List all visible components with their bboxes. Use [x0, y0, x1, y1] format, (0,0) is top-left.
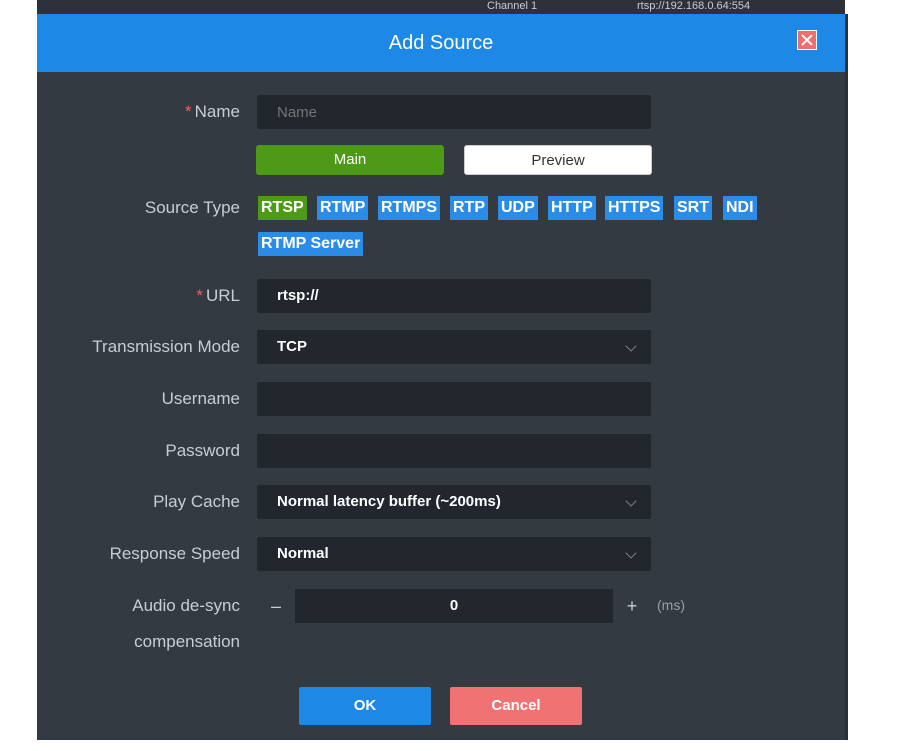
username-input[interactable]	[257, 382, 651, 416]
response-speed-select[interactable]: Normal	[257, 537, 651, 571]
increment-button[interactable]: +	[613, 589, 651, 623]
play-cache-select[interactable]: Normal latency buffer (~200ms)	[257, 485, 651, 519]
chevron-down-icon	[625, 495, 637, 507]
background-text: Channel 1	[487, 0, 538, 12]
background-window-strip: Channel 1 rtsp://192.168.0.64:554	[37, 0, 845, 14]
password-field[interactable]	[257, 434, 651, 468]
play-cache-value: Normal latency buffer (~200ms)	[277, 493, 501, 510]
name-field[interactable]	[257, 95, 651, 129]
dialog-title: Add Source	[388, 32, 494, 54]
password-input[interactable]	[257, 434, 651, 468]
chevron-down-icon	[625, 340, 637, 352]
source-type-label: Source Type	[144, 198, 240, 217]
decrement-button[interactable]: –	[257, 589, 295, 623]
source-type-https[interactable]: HTTPS	[605, 196, 664, 220]
transmission-mode-select[interactable]: TCP	[257, 330, 651, 364]
tab-main[interactable]: Main	[256, 145, 444, 175]
audio-desync-stepper: – 0 +	[257, 589, 651, 623]
transmission-mode-label: Transmission Mode	[92, 337, 240, 356]
url-label: * URL	[196, 286, 240, 305]
close-icon[interactable]	[797, 30, 817, 50]
source-type-rtsp[interactable]: RTSP	[258, 196, 307, 220]
source-type-srt[interactable]: SRT	[674, 196, 712, 220]
cancel-button[interactable]: Cancel	[450, 687, 582, 725]
source-type-udp[interactable]: UDP	[498, 196, 538, 220]
transmission-mode-value: TCP	[277, 338, 307, 355]
source-type-rtp[interactable]: RTP	[450, 196, 488, 220]
add-source-dialog: Add Source *Name Main Preview Source Typ…	[37, 14, 845, 740]
audio-desync-label-line2: compensation	[134, 632, 240, 651]
url-value: rtsp://	[277, 287, 319, 304]
chevron-down-icon	[625, 547, 637, 559]
required-mark: *	[185, 102, 192, 121]
dialog-title-bar: Add Source	[37, 14, 845, 72]
required-mark: *	[196, 286, 203, 305]
name-input[interactable]	[257, 95, 651, 129]
source-type-ndi[interactable]: NDI	[723, 196, 757, 220]
source-type-http[interactable]: HTTP	[548, 196, 596, 220]
name-label: * Name	[185, 102, 240, 121]
audio-desync-label: Audio de-sync	[132, 596, 240, 615]
audio-desync-value[interactable]: 0	[295, 589, 613, 623]
source-type-rtmp-server[interactable]: RTMP Server	[258, 232, 364, 256]
ok-button[interactable]: OK	[299, 687, 431, 725]
response-speed-value: Normal	[277, 545, 329, 562]
play-cache-label: Play Cache	[153, 492, 240, 511]
password-label: Password	[165, 441, 240, 460]
tab-preview[interactable]: Preview	[464, 145, 652, 175]
source-type-rtmp[interactable]: RTMP	[317, 196, 369, 220]
response-speed-label: Response Speed	[109, 544, 240, 563]
audio-desync-unit: (ms)	[657, 597, 685, 613]
source-type-rtmps[interactable]: RTMPS	[378, 196, 440, 220]
url-field[interactable]: rtsp://	[257, 279, 651, 313]
username-label: Username	[161, 389, 240, 408]
username-field[interactable]	[257, 382, 651, 416]
background-text: rtsp://192.168.0.64:554	[637, 0, 751, 12]
